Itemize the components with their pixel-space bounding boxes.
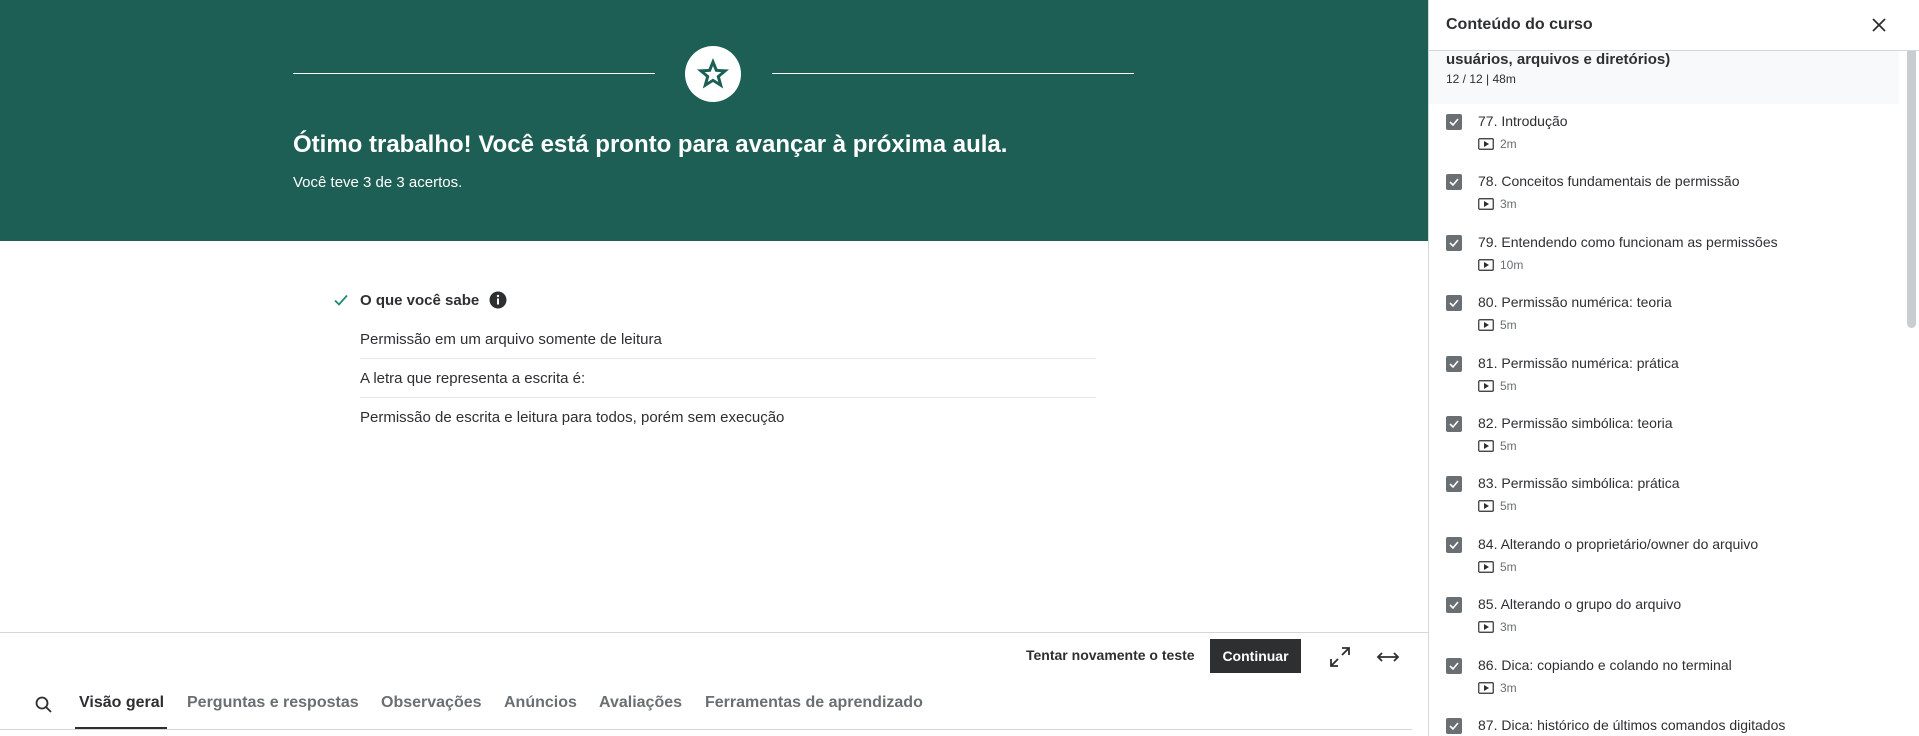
- checkbox[interactable]: [1446, 476, 1462, 493]
- video-icon: [1478, 379, 1494, 392]
- lesson-item[interactable]: 79. Entendendo como funcionam as permiss…: [1429, 225, 1899, 285]
- checkbox[interactable]: [1446, 415, 1462, 432]
- lesson-item[interactable]: 81. Permissão numérica: prática 5m: [1429, 346, 1899, 406]
- star-icon: [697, 58, 729, 89]
- question-item: A letra que representa a escrita é:: [360, 359, 1096, 398]
- checkbox[interactable]: [1446, 355, 1462, 372]
- checkbox[interactable]: [1446, 295, 1462, 312]
- star-badge: [685, 46, 741, 102]
- lesson-item[interactable]: 77. Introdução 2m: [1429, 104, 1899, 164]
- lesson-item[interactable]: 87. Dica: histórico de últimos comandos …: [1429, 708, 1899, 736]
- checkbox[interactable]: [1446, 597, 1462, 614]
- question-item: Permissão de escrita e leitura para todo…: [360, 409, 785, 426]
- lesson-duration: 3m: [1500, 620, 1517, 635]
- tab-learning-tools[interactable]: Ferramentas de aprendizado: [705, 694, 923, 712]
- lesson-title: 79. Entendendo como funcionam as permiss…: [1478, 233, 1778, 250]
- lesson-title: 77. Introdução: [1478, 113, 1568, 129]
- tab-overview[interactable]: Visão geral: [79, 694, 164, 712]
- active-tab-indicator: [75, 727, 167, 729]
- lesson-item[interactable]: 80. Permissão numérica: teoria 5m: [1429, 285, 1899, 345]
- video-icon: [1478, 138, 1494, 150]
- lesson-duration: 5m: [1500, 438, 1517, 453]
- action-bar: Tentar novamente o teste Continuar: [0, 632, 1428, 679]
- tab-bar: Visão geral Perguntas e respostas Observ…: [0, 679, 1412, 730]
- sidebar-header: Conteúdo do curso: [1429, 0, 1919, 51]
- checkbox[interactable]: [1446, 234, 1462, 251]
- lesson-title: 85. Alterando o grupo do arquivo: [1478, 596, 1682, 613]
- sidebar-scrollbar[interactable]: [1907, 28, 1916, 328]
- close-icon[interactable]: [1869, 15, 1889, 35]
- video-icon: [1478, 319, 1494, 332]
- retry-quiz-button[interactable]: Tentar novamente o teste: [1026, 647, 1195, 663]
- lesson-item[interactable]: 82. Permissão simbólica: teoria 5m: [1429, 406, 1899, 466]
- lesson-title: 83. Permissão simbólica: prática: [1478, 475, 1680, 492]
- lesson-duration: 5m: [1500, 559, 1517, 574]
- video-icon: [1478, 500, 1494, 513]
- main-content: Ótimo trabalho! Você está pronto para av…: [0, 0, 1428, 736]
- lesson-title: 80. Permissão numérica: teoria: [1478, 294, 1672, 311]
- lesson-item[interactable]: 83. Permissão simbólica: prática 5m: [1429, 466, 1899, 526]
- lesson-duration: 10m: [1500, 257, 1524, 272]
- checkbox[interactable]: [1446, 657, 1462, 674]
- video-icon: [1478, 621, 1494, 633]
- knowledge-label: O que você sabe: [360, 291, 480, 309]
- lesson-duration: 5m: [1500, 378, 1517, 393]
- video-icon: [1478, 560, 1494, 573]
- lesson-duration: 3m: [1500, 197, 1517, 212]
- lesson-duration: 5m: [1500, 318, 1517, 333]
- section-title: usuários, arquivos e diretórios): [1446, 51, 1671, 68]
- checkbox[interactable]: [1446, 174, 1462, 191]
- lesson-duration: 2m: [1500, 137, 1517, 151]
- lesson-title: 82. Permissão simbólica: teoria: [1478, 414, 1673, 431]
- banner-title: Ótimo trabalho! Você está pronto para av…: [293, 131, 1008, 158]
- lesson-item[interactable]: 78. Conceitos fundamentais de permissão …: [1429, 164, 1899, 224]
- video-icon: [1478, 258, 1494, 271]
- tab-notes[interactable]: Observações: [381, 694, 482, 712]
- fullscreen-icon[interactable]: [1328, 645, 1352, 669]
- lesson-duration: 3m: [1500, 680, 1517, 695]
- question-item: Permissão em um arquivo somente de leitu…: [360, 320, 1096, 359]
- tab-qa[interactable]: Perguntas e respostas: [187, 694, 359, 712]
- knowledge-section: O que você sabe Permissão em um arquivo …: [332, 288, 1096, 437]
- lesson-title: 84. Alterando o proprietário/owner do ar…: [1478, 535, 1759, 552]
- lesson-item[interactable]: 84. Alterando o proprietário/owner do ar…: [1429, 527, 1899, 587]
- video-icon: [1478, 681, 1494, 694]
- checkbox[interactable]: [1446, 536, 1462, 553]
- course-content-sidebar: usuários, arquivos e diretórios) 12 / 12…: [1428, 0, 1919, 736]
- success-banner: Ótimo trabalho! Você está pronto para av…: [0, 0, 1428, 241]
- lesson-title: 86. Dica: copiando e colando no terminal: [1478, 656, 1732, 673]
- tab-announcements[interactable]: Anúncios: [504, 694, 577, 712]
- lesson-item[interactable]: 86. Dica: copiando e colando no terminal…: [1429, 648, 1899, 708]
- checkbox[interactable]: [1446, 717, 1462, 734]
- video-icon: [1478, 198, 1494, 211]
- sidebar-title: Conteúdo do curso: [1446, 16, 1593, 33]
- lesson-title: 81. Permissão numérica: prática: [1478, 354, 1679, 371]
- tab-reviews[interactable]: Avaliações: [599, 694, 682, 712]
- lesson-title: 87. Dica: histórico de últimos comandos …: [1478, 716, 1786, 733]
- divider-line-right: [772, 73, 1134, 74]
- section-header[interactable]: usuários, arquivos e diretórios) 12 / 12…: [1429, 51, 1899, 104]
- banner-subtitle: Você teve 3 de 3 acertos.: [293, 174, 463, 191]
- video-icon: [1478, 440, 1494, 452]
- lesson-duration: 5m: [1500, 499, 1517, 514]
- lesson-item[interactable]: 85. Alterando o grupo do arquivo 3m: [1429, 587, 1899, 647]
- search-icon[interactable]: [34, 695, 54, 715]
- check-icon: [332, 290, 352, 310]
- lesson-title: 78. Conceitos fundamentais de permissão: [1478, 173, 1740, 190]
- divider-line-left: [293, 73, 655, 74]
- section-meta: 12 / 12 | 48m: [1446, 72, 1516, 86]
- lesson-list: 77. Introdução 2m 78. Conceitos fundamen…: [1429, 104, 1899, 736]
- checkbox[interactable]: [1446, 114, 1462, 130]
- continue-button[interactable]: Continuar: [1210, 639, 1301, 673]
- expand-width-icon[interactable]: [1375, 645, 1401, 669]
- info-icon[interactable]: [489, 291, 507, 309]
